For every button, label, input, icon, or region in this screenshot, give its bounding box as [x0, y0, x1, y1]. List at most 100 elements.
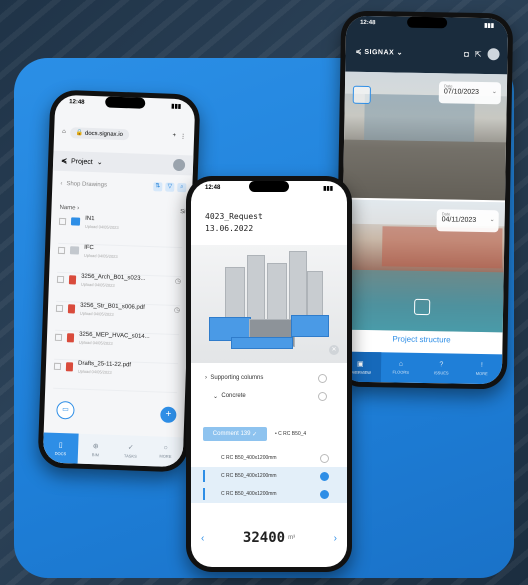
back-icon[interactable]: ‹	[60, 181, 62, 187]
tab-label: FLOORS	[392, 369, 410, 375]
panorama-view-1[interactable]: Date 07/10/2023 ⌄	[343, 71, 508, 201]
checked-radio[interactable]	[320, 471, 329, 481]
browser-url-bar[interactable]: ⌂ 🔒 docs.signax.io + ⋮	[62, 125, 186, 143]
close-icon[interactable]: ✕	[329, 345, 339, 355]
list-item[interactable]: Drafts_25-11-22.pdf Upload 04/05/2023	[53, 359, 179, 394]
bottom-tab-bar: ▯ DOCS ⊕ BIM ✓ TASKS ○ MORE	[42, 432, 184, 468]
signax-logo-icon: ≼	[61, 157, 68, 166]
column-name-label: Name	[59, 204, 76, 212]
row-checkbox[interactable]	[56, 275, 65, 284]
capture-button[interactable]	[413, 298, 431, 316]
lock-icon: 🔒	[75, 129, 84, 137]
status-time: 12:48	[360, 19, 376, 27]
row-checkbox[interactable]	[53, 362, 62, 371]
chevron-down-icon: ⌄	[213, 393, 219, 400]
checked-radio[interactable]	[320, 489, 329, 499]
project-structure-title[interactable]: Project structure	[340, 334, 502, 346]
overview-icon: ▣	[357, 360, 364, 368]
list-item[interactable]: C RC B50_400x1200mm	[191, 485, 347, 503]
avatar[interactable]	[487, 48, 500, 61]
view-toggle-button[interactable]	[352, 85, 371, 105]
alert-icon: !	[480, 362, 483, 370]
floor	[343, 139, 507, 201]
menu-dots-icon[interactable]: ⋮	[180, 133, 186, 140]
camera-icon[interactable]: ◘	[464, 49, 469, 58]
tab-tasks[interactable]: ✓ TASKS	[113, 435, 149, 466]
element-label: C RC B50_400x1200mm	[221, 491, 277, 497]
name-column-header[interactable]: Name ›	[59, 205, 79, 212]
tab-floors[interactable]: ⌂ FLOORS	[380, 352, 421, 383]
element-label: C RC B50_400x1200mm	[221, 455, 277, 461]
model-tower	[289, 251, 307, 325]
folder-button[interactable]: ▭	[56, 400, 75, 420]
chevron-right-icon[interactable]: ›	[334, 533, 337, 544]
comment-badge[interactable]: Comment 139 ✓	[203, 427, 267, 441]
bim-model-viewer[interactable]	[191, 245, 347, 363]
avatar[interactable]	[172, 158, 186, 172]
brand-logo[interactable]: ≼ SIGNAX ⌄	[356, 48, 404, 57]
select-radio[interactable]	[318, 391, 327, 401]
docs-screen: 12:48 ▮▮▮ ⌂ 🔒 docs.signax.io + ⋮ ≼ Proje…	[42, 94, 196, 468]
list-item[interactable]: IN1 Upload 04/05/2023	[58, 214, 184, 249]
share-icon[interactable]: ⇱	[475, 49, 482, 58]
date-selector-1[interactable]: Date 07/10/2023 ⌄	[438, 81, 502, 105]
row-checkbox[interactable]	[55, 304, 64, 313]
compare-screen: 12:48 ▮▮▮ ≼ SIGNAX ⌄ ◘ ⇱ Date 07/10/2023	[339, 15, 509, 385]
date-selector-2[interactable]: Date 04/11/2023 ⌄	[436, 209, 499, 233]
add-button[interactable]: +	[160, 406, 177, 424]
comment-value-text: C RC B50_4	[278, 431, 307, 437]
size-column-header: Si	[179, 209, 186, 216]
bim-screen: 12:48 ▮▮▮ 4023_Request 13.06.2022 ✕ › Su…	[191, 181, 347, 567]
request-name: 4023_Request	[205, 212, 263, 221]
panorama-view-2[interactable]: Date 04/11/2023 ⌄	[340, 199, 505, 333]
tab-more[interactable]: ○ MORE	[148, 436, 184, 467]
question-icon: ?	[439, 361, 444, 369]
tree-item-label: Concrete	[221, 393, 246, 399]
pdf-icon	[66, 333, 75, 343]
more-icon: ○	[163, 444, 168, 452]
tab-bim[interactable]: ⊕ BIM	[78, 434, 114, 465]
building-frame	[381, 226, 503, 269]
select-radio[interactable]	[318, 373, 327, 383]
sort-icon[interactable]: ⇅	[153, 182, 163, 192]
tree-item-supporting-columns[interactable]: › Supporting columns	[191, 369, 347, 387]
breadcrumb[interactable]: ‹ Shop Drawings	[60, 181, 107, 189]
new-tab-icon[interactable]: +	[172, 133, 176, 139]
select-radio[interactable]	[320, 453, 329, 463]
tree-item-concrete[interactable]: ⌄ Concrete	[191, 387, 347, 405]
tab-more[interactable]: ! MORE	[461, 354, 502, 385]
folder-icon	[69, 246, 80, 255]
list-item[interactable]: 3256_MEP_HVAC_s014... Upload 04/05/2023	[54, 330, 180, 365]
url-field[interactable]: 🔒 docs.signax.io	[69, 126, 130, 140]
project-selector[interactable]: Project	[71, 158, 93, 166]
list-item[interactable]: C RC B50_400x1200mm	[191, 449, 347, 467]
file-name: 3256_MEP_HVAC_s014...	[78, 331, 150, 341]
phone-notch	[407, 16, 448, 29]
row-checkbox[interactable]	[57, 246, 66, 255]
list-item[interactable]: C RC B50_400x1200mm	[191, 467, 347, 485]
left-phone: 12:48 ▮▮▮ ⌂ 🔒 docs.signax.io + ⋮ ≼ Proje…	[37, 89, 201, 473]
list-item[interactable]: 3256_Str_B01_s006.pdf Upload 04/05/2023 ◷	[55, 301, 181, 336]
file-list: IN1 Upload 04/05/2023 IFC Upload 04/05/202…	[53, 214, 184, 394]
file-meta: Upload 04/05/2023	[79, 310, 114, 317]
list-item[interactable]: IFC Upload 04/05/2023	[57, 243, 183, 278]
filter-icon[interactable]: ▽	[165, 182, 175, 192]
chevron-right-icon: ›	[205, 375, 207, 381]
chevron-left-icon[interactable]: ‹	[201, 533, 204, 544]
list-item[interactable]: 3256_Arch_B01_s023... Upload 04/05/2023 ◷	[56, 272, 182, 307]
home-icon[interactable]: ⌂	[62, 129, 66, 135]
file-name: 3256_Arch_B01_s023...	[81, 273, 146, 282]
history-icon[interactable]: ◷	[174, 306, 180, 314]
history-icon[interactable]: ◷	[175, 277, 181, 285]
project-header[interactable]: ≼ Project ⌄	[52, 150, 194, 176]
model-block	[291, 315, 329, 337]
row-checkbox[interactable]	[54, 333, 63, 342]
tab-docs[interactable]: ▯ DOCS	[42, 432, 79, 464]
search-icon[interactable]: ⌕	[177, 182, 187, 193]
row-checkbox[interactable]	[58, 217, 67, 226]
tab-issues[interactable]: ? ISSUES	[421, 353, 462, 384]
signal-icon: ▮▮▮	[484, 23, 495, 30]
element-label: C RC B50_400x1200mm	[221, 473, 277, 479]
phone-notch	[249, 181, 289, 192]
url-text: docs.signax.io	[84, 130, 124, 138]
